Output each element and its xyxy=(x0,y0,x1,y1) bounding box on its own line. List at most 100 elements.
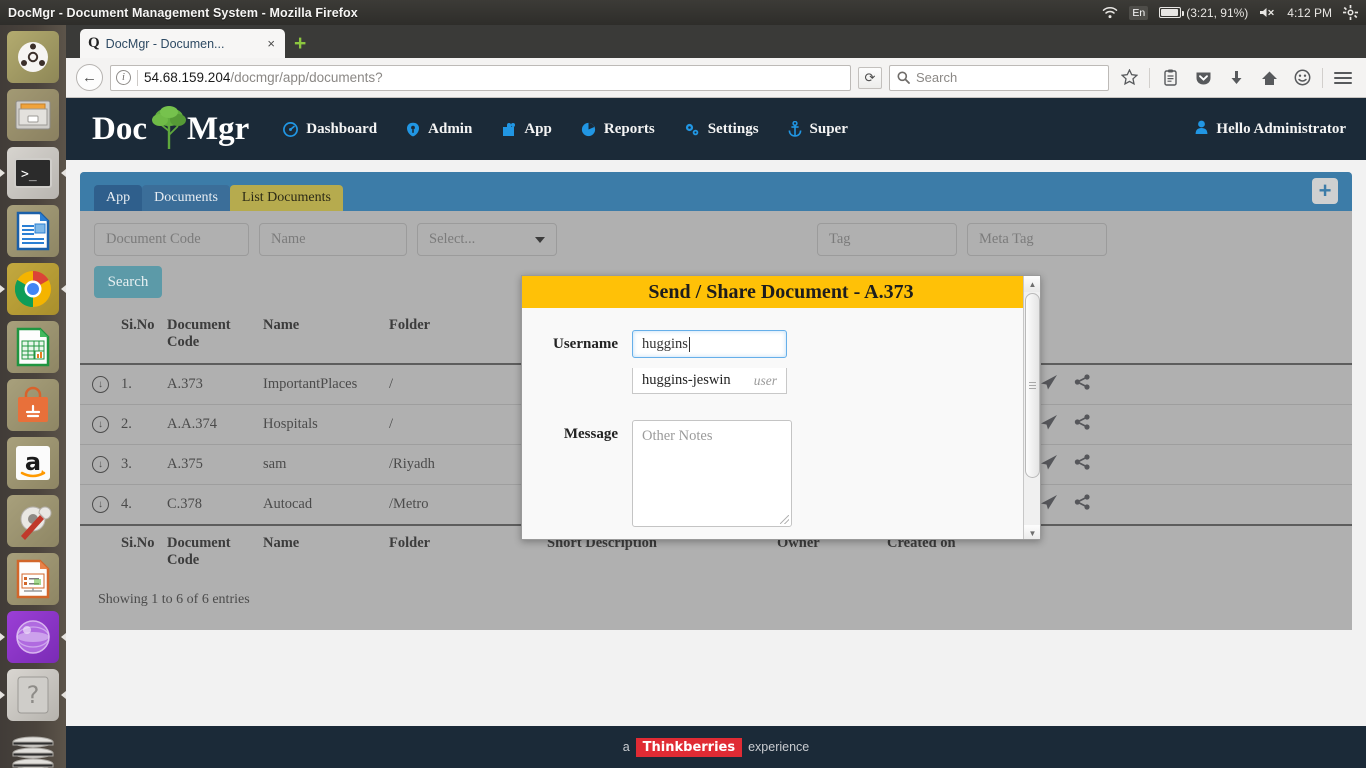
footer-actions xyxy=(1001,525,1352,578)
scrollbar-thumb[interactable] xyxy=(1025,293,1040,478)
site-info-icon[interactable]: i xyxy=(116,70,131,85)
thinkberries-logo[interactable]: Thinkberries xyxy=(635,737,743,757)
firefox-window: Q DocMgr - Documen... × + ← i 54.68.159.… xyxy=(66,25,1366,768)
share-icon[interactable] xyxy=(1074,374,1091,395)
document-code-input[interactable]: Document Code xyxy=(94,223,249,256)
header-name[interactable]: Name xyxy=(257,308,383,364)
browser-tab[interactable]: Q DocMgr - Documen... × xyxy=(80,29,285,58)
username-input[interactable]: huggins xyxy=(632,330,787,358)
send-icon[interactable] xyxy=(1040,414,1058,435)
add-document-button[interactable]: + xyxy=(1312,178,1338,204)
send-icon[interactable] xyxy=(1040,454,1058,475)
back-button[interactable]: ← xyxy=(76,64,103,91)
username-field-row: Username huggins xyxy=(522,330,1040,358)
expand-cell[interactable]: ↓ xyxy=(80,405,115,445)
cell-document-code[interactable]: C.378 xyxy=(161,485,257,526)
battery-indicator[interactable]: (3:21, 91%) xyxy=(1159,6,1248,20)
downloads-icon[interactable] xyxy=(1223,65,1249,91)
modal-scrollbar[interactable]: ▲ ▼ xyxy=(1023,276,1040,539)
ubuntu-dash-icon[interactable] xyxy=(7,31,59,83)
resize-handle-icon[interactable] xyxy=(780,515,789,524)
cell-folder: /Riyadh xyxy=(389,456,435,472)
reader-list-icon[interactable] xyxy=(1157,65,1183,91)
showing-entries-text: Showing 1 to 6 of 6 entries xyxy=(98,592,250,607)
bookmark-star-icon[interactable] xyxy=(1116,65,1142,91)
share-icon[interactable] xyxy=(1074,494,1091,515)
share-icon[interactable] xyxy=(1074,454,1091,475)
window-title: DocMgr - Document Management System - Mo… xyxy=(8,5,358,20)
user-greeting[interactable]: Hello Administrator xyxy=(1195,120,1346,139)
workspace-switcher-icon[interactable] xyxy=(7,727,59,768)
nav-item-reports[interactable]: Reports xyxy=(581,121,655,138)
close-icon[interactable]: × xyxy=(265,36,277,51)
breadcrumb-documents[interactable]: Documents xyxy=(142,185,230,211)
share-icon[interactable] xyxy=(1074,414,1091,435)
expand-circle-icon[interactable]: ↓ xyxy=(92,376,109,393)
nav-item-settings[interactable]: Settings xyxy=(684,121,759,138)
url-bar[interactable]: i 54.68.159.204/docmgr/app/documents? xyxy=(110,64,851,91)
browser-tab-bar: Q DocMgr - Documen... × + xyxy=(66,25,1366,58)
expand-circle-icon[interactable]: ↓ xyxy=(92,496,109,513)
tag-input[interactable]: Tag xyxy=(817,223,957,256)
nav-item-admin[interactable]: Admin xyxy=(406,121,472,138)
header-folder[interactable]: Folder xyxy=(383,308,541,364)
url-divider xyxy=(137,69,138,86)
home-icon[interactable] xyxy=(1256,65,1282,91)
footer-name: Name xyxy=(263,535,300,551)
expand-circle-icon[interactable]: ↓ xyxy=(92,456,109,473)
feedback-smiley-icon[interactable] xyxy=(1289,65,1315,91)
amazon-icon[interactable]: a xyxy=(7,437,59,489)
wifi-icon[interactable] xyxy=(1102,6,1118,19)
username-label: Username xyxy=(553,336,618,352)
send-icon[interactable] xyxy=(1040,494,1058,515)
keyboard-layout-indicator[interactable]: En xyxy=(1129,5,1149,20)
header-slno[interactable]: Si.No xyxy=(115,308,161,364)
header-actions xyxy=(1001,308,1352,364)
pocket-icon[interactable] xyxy=(1190,65,1216,91)
gear-icon[interactable] xyxy=(1343,5,1358,20)
cell-folder: /Metro xyxy=(389,496,429,512)
libreoffice-calc-icon[interactable] xyxy=(7,321,59,373)
cell-name: sam xyxy=(263,456,287,472)
system-settings-icon[interactable] xyxy=(7,495,59,547)
help-icon[interactable]: ? xyxy=(7,669,59,721)
expand-circle-icon[interactable]: ↓ xyxy=(92,416,109,433)
clock[interactable]: 4:12 PM xyxy=(1287,6,1332,20)
hamburger-menu-icon[interactable] xyxy=(1330,65,1356,91)
expand-cell[interactable]: ↓ xyxy=(80,445,115,485)
breadcrumb-list-documents[interactable]: List Documents xyxy=(229,185,343,211)
libreoffice-impress-icon[interactable] xyxy=(7,553,59,605)
send-icon[interactable] xyxy=(1040,374,1058,395)
autocomplete-suggestion[interactable]: huggins-jeswin user xyxy=(632,368,787,394)
message-textarea[interactable]: Other Notes xyxy=(632,420,792,527)
scroll-up-arrow[interactable]: ▲ xyxy=(1024,276,1040,292)
cell-slno: 4. xyxy=(121,496,132,512)
expand-cell[interactable]: ↓ xyxy=(80,364,115,405)
search-button[interactable]: Search xyxy=(94,266,162,298)
app-logo[interactable]: Doc Mgr xyxy=(86,105,249,149)
nav-item-app[interactable]: App xyxy=(501,121,552,138)
breadcrumb-app[interactable]: App xyxy=(94,185,143,211)
name-input[interactable]: Name xyxy=(259,223,407,256)
new-tab-button[interactable]: + xyxy=(294,33,306,54)
user-greeting-label: Hello Administrator xyxy=(1216,120,1346,137)
libreoffice-writer-icon[interactable] xyxy=(7,205,59,257)
scroll-down-arrow[interactable]: ▼ xyxy=(1024,525,1040,539)
nav-item-super[interactable]: Super xyxy=(788,121,848,138)
nav-item-dashboard[interactable]: Dashboard xyxy=(283,121,377,138)
google-chrome-icon[interactable] xyxy=(7,263,59,315)
search-input[interactable]: Search xyxy=(889,64,1109,91)
files-icon[interactable] xyxy=(7,89,59,141)
folder-select[interactable]: Select... xyxy=(417,223,557,256)
ubuntu-software-icon[interactable] xyxy=(7,379,59,431)
meta-tag-input[interactable]: Meta Tag xyxy=(967,223,1107,256)
cell-document-code[interactable]: A.373 xyxy=(161,364,257,405)
terminal-icon[interactable]: >_ xyxy=(7,147,59,199)
media-player-icon[interactable] xyxy=(7,611,59,663)
cell-document-code[interactable]: A.375 xyxy=(161,445,257,485)
header-document-code[interactable]: Document Code xyxy=(161,308,257,364)
expand-cell[interactable]: ↓ xyxy=(80,485,115,526)
reload-button[interactable]: ⟳ xyxy=(858,66,882,89)
cell-document-code[interactable]: A.A.374 xyxy=(161,405,257,445)
volume-muted-icon[interactable] xyxy=(1259,6,1276,19)
